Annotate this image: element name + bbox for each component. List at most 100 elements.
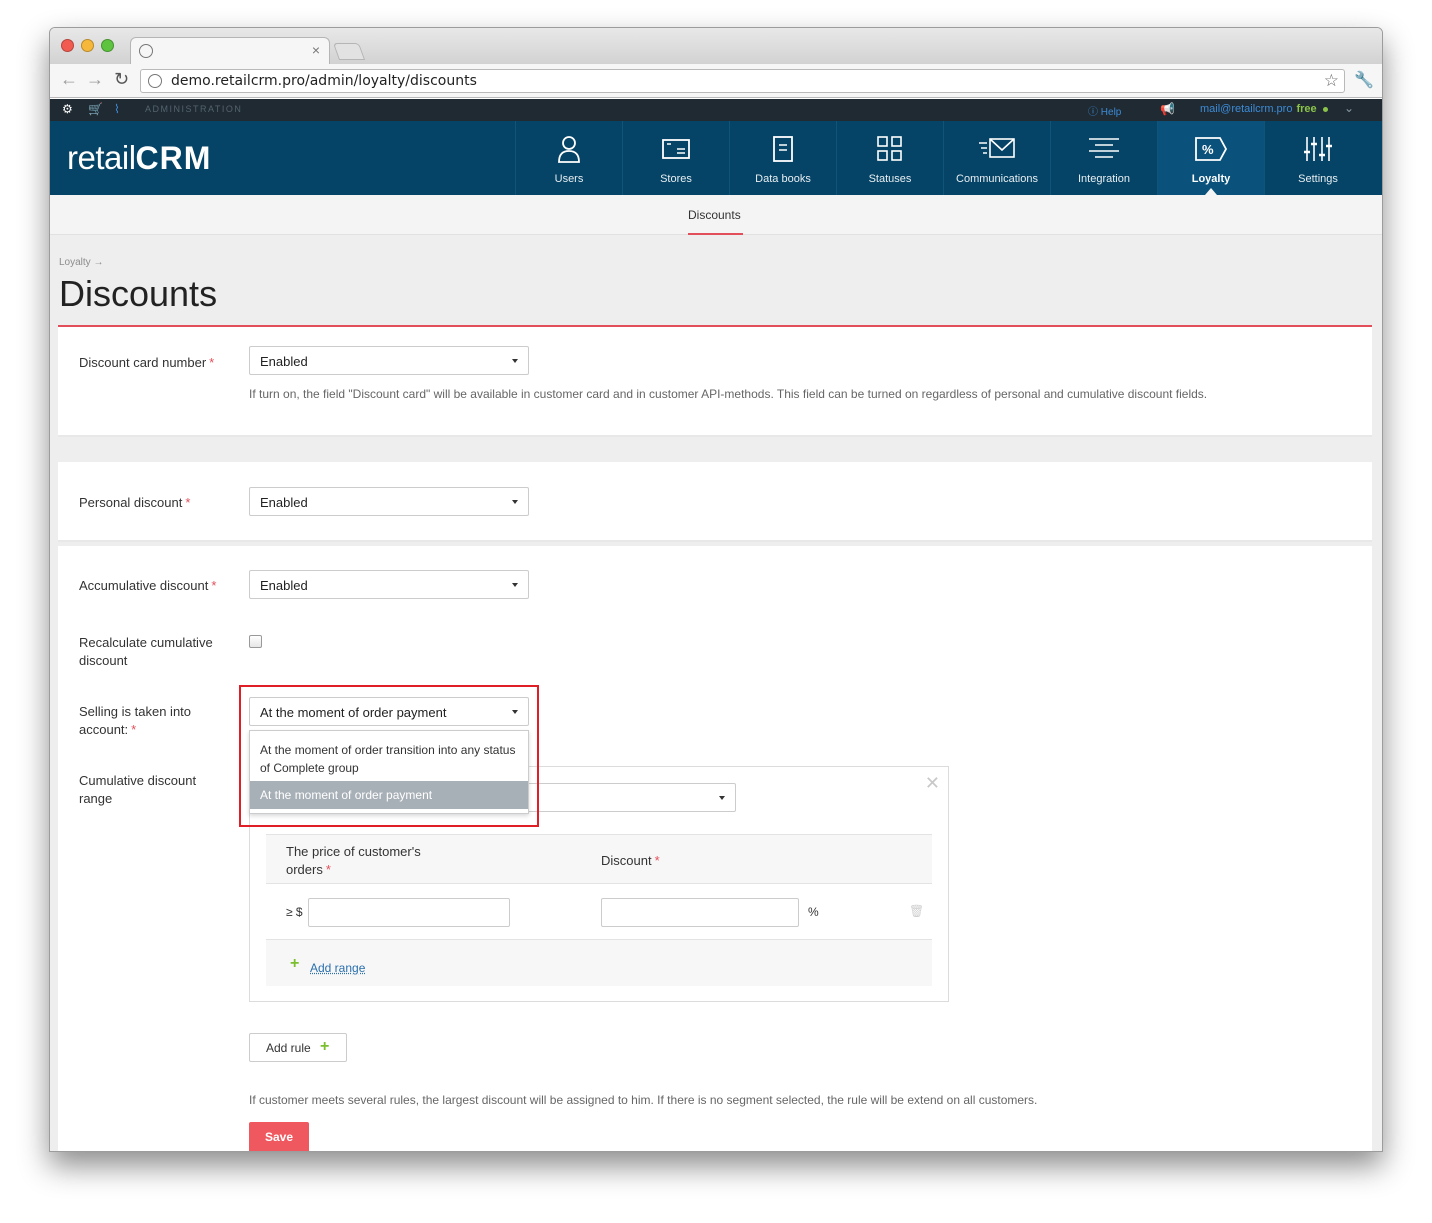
discount-card-select[interactable]: Enabled [249, 346, 529, 375]
add-rule-button[interactable]: Add rule + [249, 1033, 347, 1062]
url-text[interactable]: demo.retailcrm.pro/admin/loyalty/discoun… [171, 73, 477, 89]
plus-icon[interactable]: + [290, 955, 299, 973]
accumulative-discount-select[interactable]: Enabled [249, 570, 529, 599]
user-email: mail@retailcrm.pro [1200, 103, 1293, 115]
star-icon[interactable]: ☆ [1324, 71, 1339, 91]
nav-item-statuses[interactable]: Statuses [836, 121, 943, 195]
online-status-dot [1322, 106, 1328, 112]
globe-icon [139, 44, 153, 58]
required-asterisk: * [211, 578, 217, 593]
personal-discount-label: Personal discount * [79, 494, 190, 512]
page-title: Discounts [59, 273, 218, 314]
segment-select[interactable] [520, 783, 736, 812]
retailcrm-logo[interactable]: retailCRM [67, 139, 211, 177]
plan-badge: free [1296, 103, 1317, 115]
button-label: Add rule [266, 1041, 311, 1055]
price-prefix: ≥ $ [286, 905, 303, 919]
label-line: discount [79, 653, 128, 668]
user-icon [516, 134, 622, 164]
help-label: Help [1100, 107, 1122, 118]
back-arrow-icon[interactable]: ← [60, 69, 78, 90]
percent-suffix: % [808, 905, 819, 919]
store-icon [623, 134, 729, 164]
label-line: range [79, 791, 113, 806]
label-line: Cumulative discount [79, 773, 197, 788]
recalculate-label: Recalculate cumulative discount [79, 634, 213, 670]
admin-section-label: ADMINISTRATION [145, 104, 243, 114]
field-label-text: Personal discount [79, 495, 183, 510]
field-label-text: Discount card number [79, 355, 207, 370]
label-line: Recalculate cumulative [79, 635, 213, 650]
gear-icon[interactable]: ⚙ [62, 102, 73, 116]
chart-icon[interactable]: ⌇ [114, 102, 120, 116]
envelope-icon [944, 134, 1050, 164]
megaphone-icon[interactable]: 📢 [1160, 102, 1175, 116]
discount-input[interactable] [601, 898, 799, 927]
field-label-text: Accumulative discount [79, 578, 209, 593]
required-asterisk: * [654, 853, 660, 868]
chevron-down-icon[interactable]: ⌄ [1344, 101, 1354, 115]
subnav-tab-discounts[interactable]: Discounts [688, 208, 741, 222]
label-line: account: [79, 722, 129, 737]
price-input[interactable] [308, 898, 510, 927]
recalculate-checkbox[interactable] [249, 635, 262, 648]
accumulative-discount-label: Accumulative discount * [79, 577, 216, 595]
user-account-menu[interactable]: mail@retailcrm.pro free [1200, 103, 1328, 115]
nav-item-stores[interactable]: Stores [622, 121, 729, 195]
browser-toolbar: ← → ↻ demo.retailcrm.pro/admin/loyalty/d… [50, 64, 1382, 98]
nav-item-settings[interactable]: Settings [1264, 121, 1371, 195]
selling-label: Selling is taken into account: * [79, 703, 191, 739]
highlight-annotation [239, 685, 539, 827]
rules-hint: If customer meets several rules, the lar… [249, 1093, 1038, 1107]
personal-discount-select[interactable]: Enabled [249, 487, 529, 516]
header-line: The price of customer's [286, 844, 421, 859]
trash-icon[interactable]: 🗑 [909, 904, 924, 918]
close-icon[interactable]: ✕ [925, 773, 940, 794]
admin-bar: ⚙ 🛒 ⌇ ADMINISTRATION ⓘ Help 📢 mail@retai… [50, 99, 1382, 121]
header-line: orders [286, 862, 323, 877]
minimize-window-button[interactable] [81, 39, 94, 52]
address-bar[interactable]: demo.retailcrm.pro/admin/loyalty/discoun… [140, 69, 1345, 93]
select-value: Enabled [260, 495, 308, 510]
browser-window: × ← → ↻ demo.retailcrm.pro/admin/loyalty… [49, 27, 1383, 1152]
breadcrumb[interactable]: Loyalty → [59, 257, 103, 268]
new-tab-button[interactable] [332, 43, 366, 60]
browser-tab[interactable]: × [130, 37, 330, 64]
add-range-link[interactable]: Add range [310, 961, 365, 975]
discount-card-label: Discount card number * [79, 354, 214, 372]
nav-item-label: Stores [660, 173, 692, 185]
nav-item-label: Statuses [868, 173, 912, 185]
nav-item-integration[interactable]: Integration [1050, 121, 1157, 195]
save-button[interactable]: Save [249, 1122, 309, 1151]
maximize-window-button[interactable] [101, 39, 114, 52]
required-asterisk: * [209, 355, 215, 370]
help-link[interactable]: ⓘ Help [1088, 103, 1121, 118]
nav-item-label: Users [554, 173, 584, 185]
required-asterisk: * [325, 862, 331, 877]
page-header: Loyalty → Discounts [50, 235, 1382, 325]
close-window-button[interactable] [61, 39, 74, 52]
caret-down-icon [719, 796, 725, 800]
forward-arrow-icon[interactable]: → [86, 69, 104, 90]
percent-tag-icon: % [1158, 134, 1264, 164]
nav-item-loyalty[interactable]: % Loyalty [1157, 121, 1264, 195]
cumulative-range-label: Cumulative discount range [79, 772, 196, 808]
nav-item-data-books[interactable]: Data books [729, 121, 836, 195]
select-value: Enabled [260, 354, 308, 369]
plus-icon: + [320, 1038, 330, 1055]
cart-icon[interactable]: 🛒 [88, 102, 103, 116]
statuses-icon [837, 134, 943, 164]
active-nav-caret [1205, 188, 1217, 195]
wrench-icon[interactable]: 🔧 [1354, 70, 1374, 90]
discount-card-section: Discount card number * Enabled If turn on… [58, 327, 1372, 437]
required-asterisk: * [131, 722, 137, 737]
globe-icon [148, 74, 162, 88]
nav-item-users[interactable]: Users [515, 121, 622, 195]
reload-icon[interactable]: ↻ [114, 69, 129, 90]
main-navigation: retailCRM Users Stores Data books Status… [50, 121, 1382, 195]
close-tab-icon[interactable]: × [312, 42, 320, 58]
sliders-icon [1265, 134, 1371, 164]
nav-item-communications[interactable]: Communications [943, 121, 1050, 195]
col-discount-header: Discount * [601, 852, 660, 870]
content-area: Discount card number * Enabled If turn on… [50, 325, 1382, 1151]
